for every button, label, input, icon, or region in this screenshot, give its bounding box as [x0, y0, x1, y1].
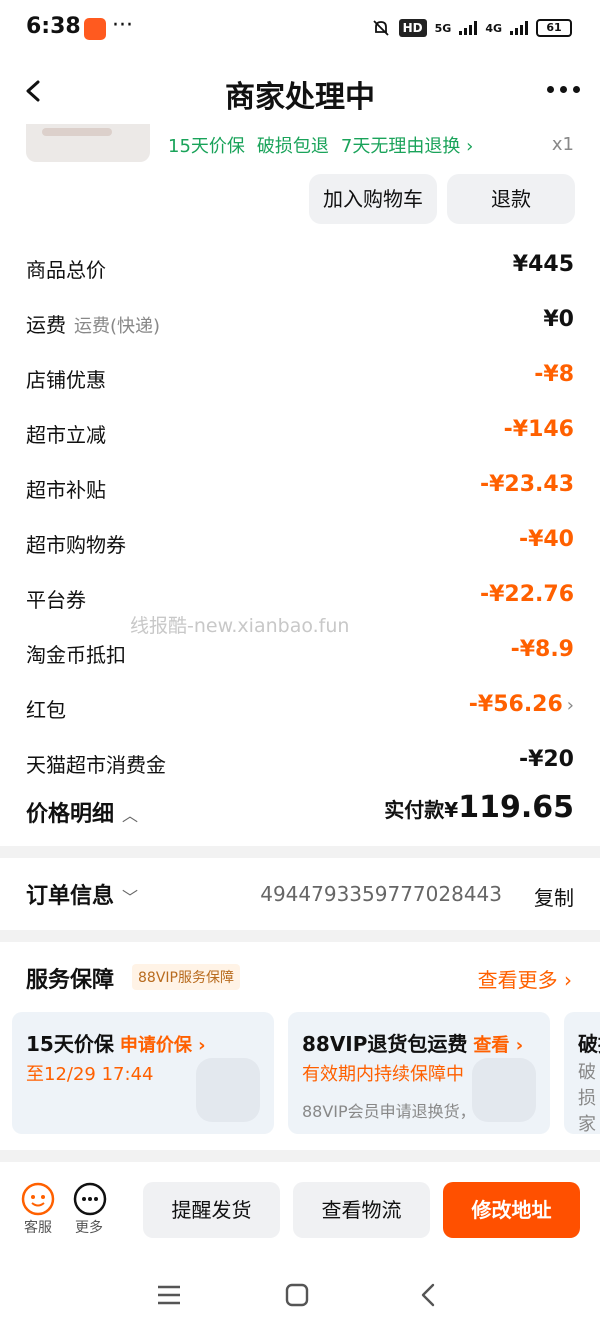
price-row-label: 红包	[26, 698, 66, 722]
price-row-shipping: 运费 运费(快递) ¥0	[26, 301, 574, 341]
price-row-label: 商品总价	[26, 258, 106, 282]
service-item-return-shipping[interactable]: 88VIP退货包运费 查看 › 有效期内持续保障中 88VIP会员申请退换货，..…	[288, 1012, 550, 1134]
price-row-label: 超市补贴	[26, 478, 106, 502]
chevron-right-icon: ›	[566, 695, 574, 716]
see-more-link[interactable]: 查看更多 ›	[478, 964, 572, 993]
service-item-desc: 88VIP会员申请退换货，...	[302, 1102, 491, 1121]
price-row-sub: 运费(快递)	[74, 316, 161, 337]
service-item-title: 88VIP退货包运费	[302, 1032, 468, 1056]
price-row-consumption-credit: 天猫超市消费金 -¥20	[26, 741, 574, 781]
actual-payment-value: 119.65	[458, 790, 574, 825]
more-dots-icon[interactable]	[547, 86, 580, 93]
home-icon[interactable]	[285, 1283, 309, 1307]
customer-service-icon[interactable]	[21, 1182, 55, 1216]
service-title: 服务保障	[26, 968, 115, 993]
price-row-value: -¥146	[503, 417, 574, 442]
price-row-label: 超市购物券	[26, 533, 126, 557]
vip-badge: 88VIP服务保障	[132, 964, 240, 990]
notification-more-icon: ···	[112, 13, 133, 38]
guarantee-tags[interactable]: 15天价保 破损包退 7天无理由退换 ›	[168, 132, 485, 158]
price-row-total: 商品总价 ¥445	[26, 246, 574, 286]
price-row-value: -¥22.76	[479, 582, 574, 607]
price-row-label: 淘金币抵扣	[26, 643, 126, 667]
price-detail-label: 价格明细	[26, 802, 115, 827]
more-icon[interactable]	[73, 1182, 107, 1216]
yuan-shield-icon	[196, 1058, 260, 1122]
price-row-label: 天猫超市消费金	[26, 753, 166, 777]
price-row-value: -¥8	[534, 362, 574, 387]
signal-bars-icon-2	[510, 21, 528, 35]
price-row-label: 超市立减	[26, 423, 106, 447]
shield-check-icon	[472, 1058, 536, 1122]
service-card: 服务保障 88VIP服务保障 查看更多 › 15天价保 申请价保 › 至12/29…	[0, 942, 600, 1150]
signal-bars-icon	[459, 21, 478, 35]
battery-icon: 61	[536, 19, 572, 37]
clock: 6:38	[26, 14, 81, 39]
mute-bell-icon	[372, 20, 389, 36]
price-row-value: -¥23.43	[479, 472, 574, 497]
price-row-label: 店铺优惠	[26, 368, 106, 392]
price-row-value: ¥0	[543, 307, 574, 332]
view-link[interactable]: 查看 ›	[473, 1035, 523, 1056]
price-row-value: -¥40	[518, 527, 574, 552]
service-item-deadline: 至12/29 17:44	[26, 1064, 154, 1085]
service-item-status: 有效期内持续保障中	[302, 1064, 464, 1085]
price-row-supermarket-subsidy: 超市补贴 -¥23.43	[26, 466, 574, 506]
guarantee-tag: 7天无理由退换 ›	[340, 136, 474, 157]
status-bar: 6:38 ··· HD 5G 4G 61	[0, 0, 600, 60]
price-row-value: ¥445	[512, 252, 574, 277]
service-item-desc: 破损家承	[578, 1062, 596, 1134]
back-nav-icon[interactable]	[418, 1282, 438, 1308]
actual-payment-label: 实付款¥	[384, 798, 459, 822]
remind-ship-button[interactable]: 提醒发货	[143, 1182, 280, 1238]
page-title: 商家处理中	[225, 80, 375, 115]
apply-price-protection-link[interactable]: 申请价保 ›	[120, 1035, 206, 1056]
service-item-title: 15天价保	[26, 1032, 114, 1056]
price-row-value: -¥8.9	[510, 637, 574, 662]
price-row-supermarket-cut: 超市立减 -¥146	[26, 411, 574, 451]
order-info-toggle[interactable]: 订单信息 ﹀	[26, 878, 138, 910]
add-to-cart-button[interactable]: 加入购物车	[309, 174, 437, 224]
system-nav-bar	[0, 1258, 600, 1333]
copy-button[interactable]: 复制	[534, 882, 574, 911]
price-card: 15天价保 破损包退 7天无理由退换 › x1 加入购物车 退款 商品总价 ¥445…	[0, 124, 600, 846]
price-detail-toggle[interactable]: 价格明细 ︿	[26, 796, 138, 828]
header: 商家处理中	[0, 60, 600, 124]
price-row-value: -¥56.26	[468, 692, 563, 717]
refund-button[interactable]: 退款	[447, 174, 575, 224]
product-thumbnail[interactable]	[26, 124, 150, 162]
recent-apps-icon[interactable]	[156, 1283, 182, 1307]
view-logistics-button[interactable]: 查看物流	[293, 1182, 430, 1238]
price-row-label: 平台券	[26, 588, 86, 612]
price-row-red-packet[interactable]: 红包 -¥56.26 ›	[26, 686, 574, 726]
price-row-shop-discount: 店铺优惠 -¥8	[26, 356, 574, 396]
taobao-icon	[84, 18, 106, 40]
price-row-label: 运费	[26, 313, 66, 337]
price-row-value: -¥20	[518, 747, 574, 772]
watermark: 线报酷-new.xianbao.fun	[130, 615, 350, 637]
more-label[interactable]: 更多	[75, 1217, 103, 1237]
service-item-damage[interactable]: 破损 破损家承	[564, 1012, 600, 1134]
service-item-price-protection[interactable]: 15天价保 申请价保 › 至12/29 17:44	[12, 1012, 274, 1134]
bottom-action-bar: 客服 更多 提醒发货 查看物流 修改地址	[0, 1162, 600, 1258]
status-icons: HD 5G 4G 61	[371, 18, 572, 38]
signal-4g-label: 4G	[485, 21, 502, 35]
guarantee-tag: 15天价保	[168, 136, 245, 157]
chevron-down-icon: ﹀	[122, 888, 139, 907]
change-address-button[interactable]: 修改地址	[443, 1182, 580, 1238]
price-row-platform-coupon: 平台券 -¥22.76	[26, 576, 574, 616]
signal-5g-label: 5G	[434, 21, 452, 35]
actual-payment: 实付款¥119.65	[384, 790, 574, 825]
order-info-card: 订单信息 ﹀ 4944793359777028443 复制	[0, 858, 600, 930]
customer-service-label[interactable]: 客服	[24, 1217, 52, 1237]
price-row-supermarket-coupon: 超市购物券 -¥40	[26, 521, 574, 561]
quantity: x1	[551, 134, 574, 155]
guarantee-tag: 破损包退	[256, 136, 329, 157]
order-number: 4944793359777028443	[260, 882, 502, 906]
hd-badge: HD	[398, 19, 427, 37]
order-info-label: 订单信息	[26, 884, 115, 909]
service-item-title: 破损	[578, 1032, 600, 1056]
chevron-up-icon: ︿	[122, 806, 139, 825]
